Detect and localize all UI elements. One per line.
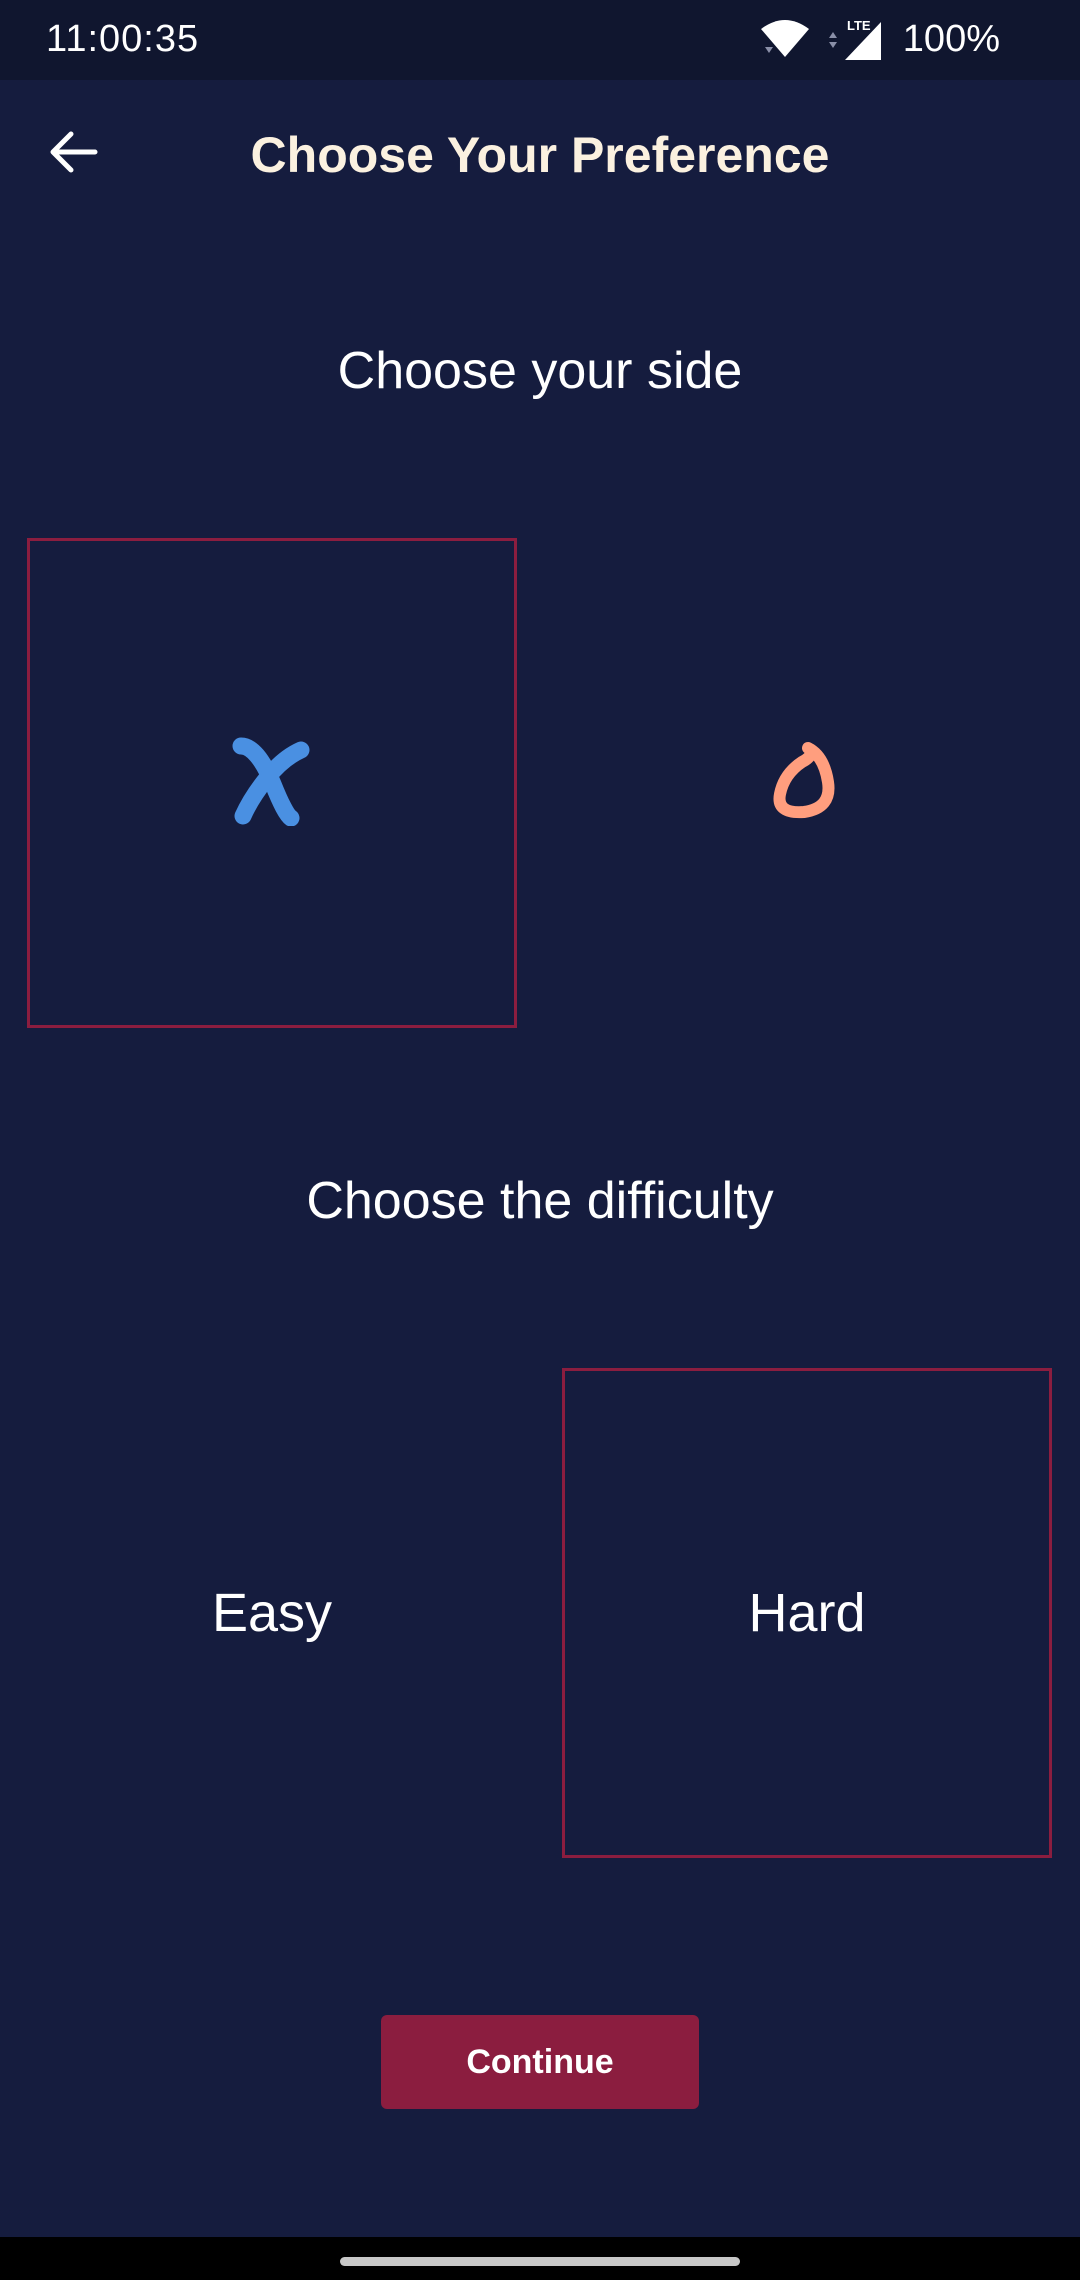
- status-icons: LTE 100%: [759, 14, 1000, 64]
- difficulty-label-easy: Easy: [211, 1583, 333, 1643]
- o-mark-icon: [762, 736, 852, 831]
- wifi-icon: [759, 17, 811, 61]
- preference-screen: 11:00:35 LTE 100% Choose Your Preference…: [0, 0, 1080, 2280]
- status-bar: 11:00:35 LTE 100%: [0, 0, 1080, 80]
- continue-button[interactable]: Continue: [381, 2015, 699, 2109]
- lte-signal-icon: LTE: [825, 14, 885, 64]
- difficulty-label-hard: Hard: [748, 1583, 866, 1643]
- battery-level: 100%: [902, 18, 1000, 60]
- page-title: Choose Your Preference: [250, 127, 830, 183]
- side-option-o[interactable]: [562, 538, 1052, 1028]
- side-option-x[interactable]: [27, 538, 517, 1028]
- difficulty-option-hard[interactable]: Hard: [562, 1368, 1052, 1858]
- difficulty-option-easy[interactable]: Easy: [27, 1368, 517, 1858]
- side-heading: Choose your side: [337, 342, 743, 400]
- difficulty-heading: Choose the difficulty: [306, 1172, 774, 1230]
- app-bar: Choose Your Preference: [0, 80, 1080, 230]
- x-mark-icon: [227, 736, 317, 831]
- home-gesture-handle[interactable]: [340, 2257, 740, 2266]
- navigation-bar: [0, 2237, 1080, 2280]
- lte-label: LTE: [847, 18, 871, 33]
- status-time: 11:00:35: [46, 18, 200, 60]
